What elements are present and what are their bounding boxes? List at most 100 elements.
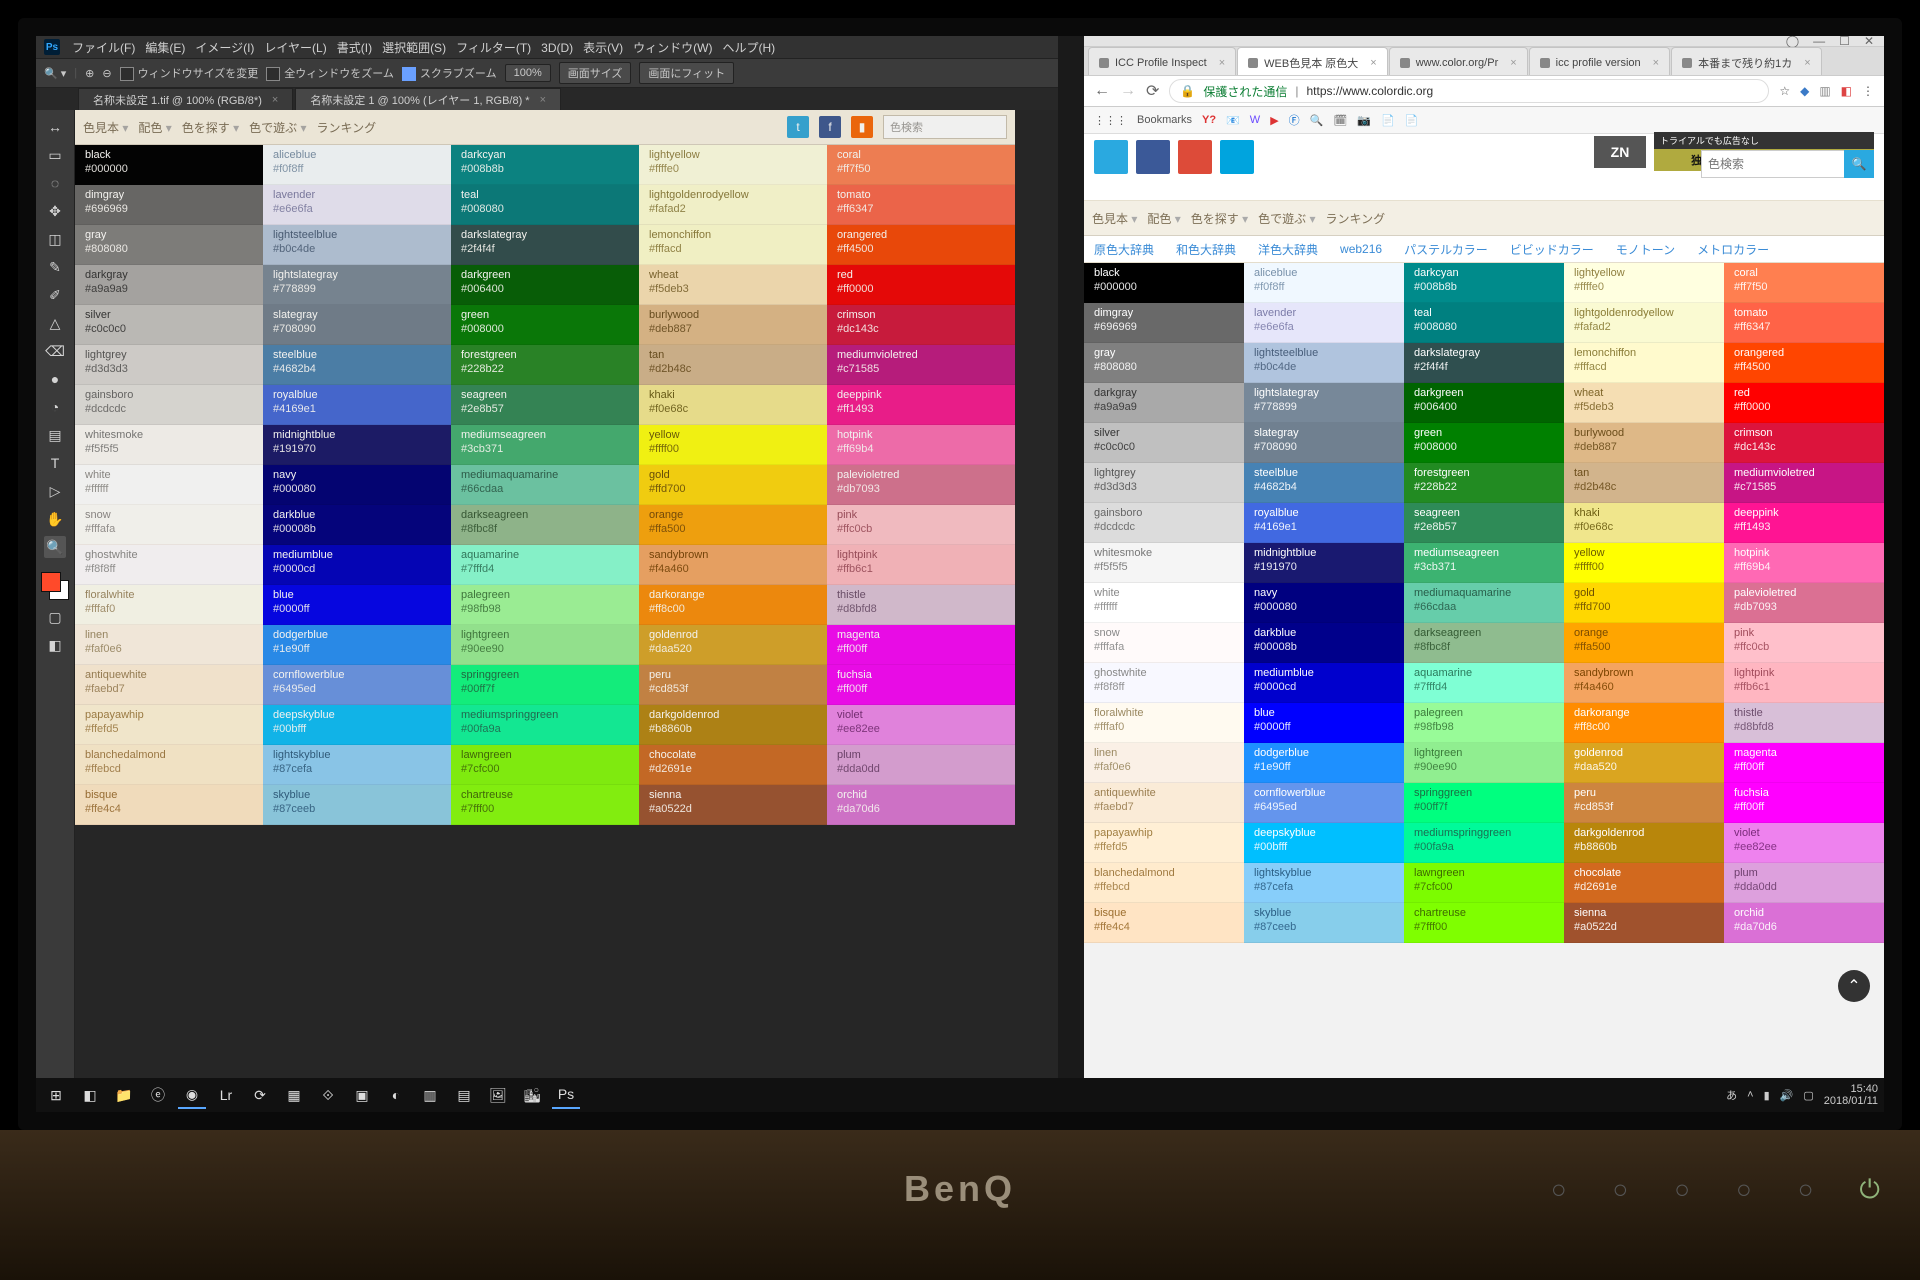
extension-icon[interactable]: ◧ — [1841, 84, 1852, 98]
color-swatch[interactable]: hotpink#ff69b4 — [827, 425, 1015, 465]
color-swatch[interactable]: red#ff0000 — [1724, 383, 1884, 423]
color-swatch[interactable]: tan#d2b48c — [1564, 463, 1724, 503]
color-swatch[interactable]: midnightblue#191970 — [1244, 543, 1404, 583]
color-swatch[interactable]: dodgerblue#1e90ff — [1244, 743, 1404, 783]
category-link[interactable]: メトロカラー — [1697, 241, 1769, 258]
color-swatch[interactable]: yellow#ffff00 — [639, 425, 827, 465]
color-swatch[interactable]: blue#0000ff — [1244, 703, 1404, 743]
color-swatch[interactable]: skyblue#87ceeb — [1244, 903, 1404, 943]
color-swatch[interactable]: darkcyan#008b8b — [451, 145, 639, 185]
color-swatch[interactable]: lightgreen#90ee90 — [1404, 743, 1564, 783]
site-search-input[interactable]: 色検索 — [883, 115, 1007, 139]
color-swatch[interactable]: lightskyblue#87cefa — [263, 745, 451, 785]
tray-up-icon[interactable]: ˄ — [1747, 1089, 1753, 1101]
color-swatch[interactable]: chocolate#d2691e — [1564, 863, 1724, 903]
color-swatch[interactable]: darkblue#00008b — [263, 505, 451, 545]
color-swatch[interactable]: royalblue#4169e1 — [1244, 503, 1404, 543]
ps-menu-item[interactable]: 編集(E) — [145, 41, 185, 55]
taskbar-app[interactable]: ◧ — [76, 1082, 104, 1108]
browser-tab[interactable]: 本番まで残り約1カ× — [1671, 47, 1822, 75]
color-swatch[interactable]: gainsboro#dcdcdc — [1084, 503, 1244, 543]
color-swatch[interactable]: ghostwhite#f8f8ff — [75, 545, 263, 585]
twitter-icon[interactable]: t — [787, 116, 809, 138]
browser-tab[interactable]: WEB色見本 原色大× — [1237, 47, 1388, 75]
category-link[interactable]: モノトーン — [1616, 241, 1675, 258]
ps-tool[interactable]: ◌ — [44, 172, 66, 194]
ps-tool[interactable]: ↔ — [44, 116, 66, 138]
nav-item[interactable]: 色見本 — [1092, 210, 1137, 227]
category-link[interactable]: ビビッドカラー — [1510, 241, 1594, 258]
nav-item[interactable]: 配色 — [1147, 210, 1180, 227]
search-icon[interactable]: 🔍 — [1844, 150, 1874, 178]
color-swatch[interactable]: springgreen#00ff7f — [1404, 783, 1564, 823]
color-swatch[interactable]: aquamarine#7fffd4 — [1404, 663, 1564, 703]
color-swatch[interactable]: darkseagreen#8fbc8f — [1404, 623, 1564, 663]
address-bar[interactable]: 🔒 保護された通信 | https://www.colordic.org — [1169, 79, 1769, 103]
browser-tab[interactable]: icc profile version× — [1529, 47, 1670, 75]
color-swatch[interactable]: plum#dda0dd — [827, 745, 1015, 785]
taskbar-app[interactable]: ▦ — [280, 1082, 308, 1108]
extension-icon[interactable]: ◆ — [1800, 84, 1809, 98]
color-swatch[interactable]: seagreen#2e8b57 — [451, 385, 639, 425]
color-swatch[interactable]: tomato#ff6347 — [827, 185, 1015, 225]
color-swatch[interactable]: lightpink#ffb6c1 — [1724, 663, 1884, 703]
color-swatch[interactable]: coral#ff7f50 — [827, 145, 1015, 185]
color-swatch[interactable]: orangered#ff4500 — [827, 225, 1015, 265]
color-swatch[interactable]: yellow#ffff00 — [1564, 543, 1724, 583]
category-link[interactable]: web216 — [1340, 242, 1382, 256]
category-link[interactable]: 洋色大辞典 — [1258, 241, 1318, 258]
ps-tool[interactable]: ✋ — [44, 508, 66, 530]
color-swatch[interactable]: coral#ff7f50 — [1724, 263, 1884, 303]
color-swatch[interactable]: snow#fffafa — [1084, 623, 1244, 663]
color-swatch[interactable]: deepskyblue#00bfff — [263, 705, 451, 745]
color-swatch[interactable]: aliceblue#f0f8ff — [263, 145, 451, 185]
taskbar-app[interactable]: 🖼 — [484, 1082, 512, 1108]
site-nav[interactable]: 色見本配色色を探す色で遊ぶランキング — [1084, 201, 1884, 236]
nav-item[interactable]: 色を探す — [1191, 210, 1248, 227]
color-swatch[interactable]: dimgray#696969 — [75, 185, 263, 225]
color-swatch[interactable]: navy#000080 — [263, 465, 451, 505]
color-swatch[interactable]: darkgray#a9a9a9 — [75, 265, 263, 305]
color-swatch[interactable]: dimgray#696969 — [1084, 303, 1244, 343]
color-swatch[interactable]: lemonchiffon#fffacd — [639, 225, 827, 265]
back-icon[interactable]: ← — [1094, 82, 1110, 100]
browser-tab[interactable]: ICC Profile Inspect× — [1088, 47, 1236, 75]
ps-menu-item[interactable]: フィルター(T) — [456, 41, 531, 55]
fill-screen-button[interactable]: 画面にフィット — [639, 62, 734, 84]
window-controls[interactable]: ◯—☐✕ — [1084, 36, 1884, 47]
color-swatch[interactable]: steelblue#4682b4 — [1244, 463, 1404, 503]
ps-tool[interactable]: T — [44, 452, 66, 474]
nav-item[interactable]: 色を探す — [182, 119, 239, 136]
color-swatch[interactable]: papayawhip#ffefd5 — [75, 705, 263, 745]
minimize-icon[interactable]: — — [1813, 34, 1825, 48]
color-swatch[interactable]: chartreuse#7fff00 — [1404, 903, 1564, 943]
color-swatch[interactable]: aliceblue#f0f8ff — [1244, 263, 1404, 303]
color-swatch[interactable]: khaki#f0e68c — [639, 385, 827, 425]
browser-tabs[interactable]: ICC Profile Inspect×WEB色見本 原色大×www.color… — [1084, 47, 1884, 75]
ps-menu-item[interactable]: ファイル(F) — [72, 41, 135, 55]
zoom-level[interactable]: 100% — [505, 64, 551, 82]
site-search[interactable]: 🔍 — [1701, 150, 1874, 178]
quickmask-icon[interactable]: ▢ — [44, 606, 66, 628]
color-swatch[interactable]: lightgreen#90ee90 — [451, 625, 639, 665]
color-swatch[interactable]: darkgreen#006400 — [451, 265, 639, 305]
color-swatch[interactable]: navy#000080 — [1244, 583, 1404, 623]
color-swatch[interactable]: blue#0000ff — [263, 585, 451, 625]
close-icon[interactable]: × — [1219, 57, 1225, 69]
taskbar-app[interactable]: 📁 — [110, 1082, 138, 1108]
color-swatch[interactable]: gray#808080 — [1084, 343, 1244, 383]
color-swatch[interactable]: white#ffffff — [75, 465, 263, 505]
ps-tool[interactable]: ▷ — [44, 480, 66, 502]
site-nav[interactable]: 色見本配色色を探す色で遊ぶランキングt f ▮ 色検索 — [75, 110, 1015, 145]
taskbar-app[interactable]: ⊞ — [42, 1082, 70, 1108]
color-swatch[interactable]: sienna#a0522d — [639, 785, 827, 825]
color-swatch[interactable]: mediumaquamarine#66cdaa — [1404, 583, 1564, 623]
color-swatch[interactable]: forestgreen#228b22 — [451, 345, 639, 385]
color-swatch[interactable]: peru#cd853f — [1564, 783, 1724, 823]
color-swatch[interactable]: wheat#f5deb3 — [639, 265, 827, 305]
ps-tool[interactable]: △ — [44, 312, 66, 334]
ps-tool[interactable]: ▭ — [44, 144, 66, 166]
color-swatch[interactable]: lightgoldenrodyellow#fafad2 — [639, 185, 827, 225]
color-swatch[interactable]: sandybrown#f4a460 — [639, 545, 827, 585]
color-swatch[interactable]: magenta#ff00ff — [827, 625, 1015, 665]
